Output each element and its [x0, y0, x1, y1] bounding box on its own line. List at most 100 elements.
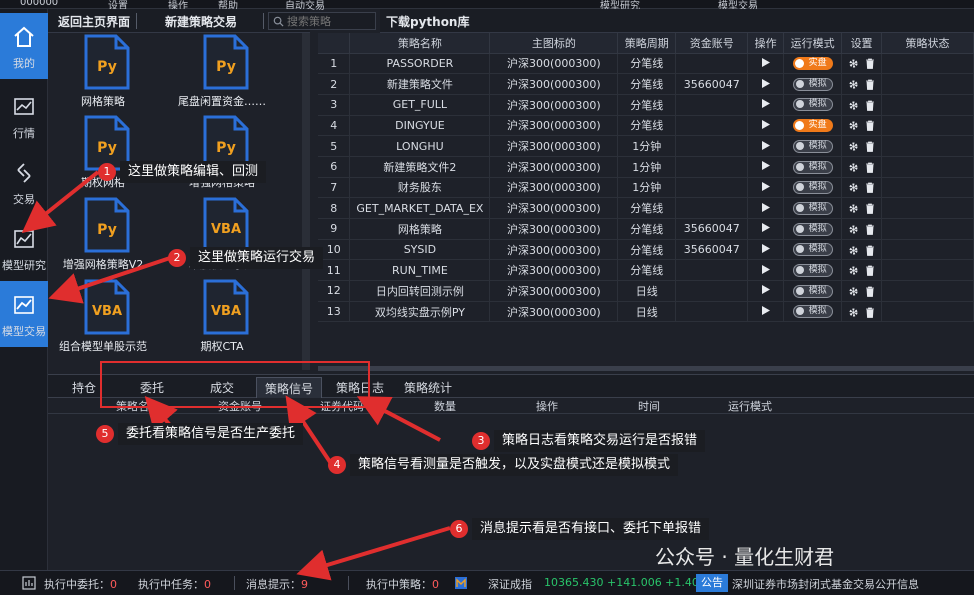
table-row[interactable]: 11 RUN_TIME 沪深300(000300) 分笔线 模拟 — [318, 259, 974, 282]
strategy-file-tile[interactable]: Py增强网格策略 — [167, 115, 277, 195]
strategy-file-tile[interactable]: Py 期权网格 — [48, 115, 158, 195]
strategy-file-tile[interactable]: VBA 组合模型单股示范 — [48, 279, 158, 359]
run-mode-toggle[interactable]: 模拟 — [792, 201, 833, 215]
gear-icon[interactable] — [848, 265, 859, 276]
grid-col-action[interactable]: 操作 — [536, 398, 558, 414]
row-strategy-name[interactable]: 新建策略文件 — [349, 73, 491, 95]
gear-icon[interactable] — [848, 286, 859, 297]
trash-icon[interactable] — [865, 203, 875, 215]
search-input[interactable] — [287, 14, 373, 28]
gear-icon[interactable] — [848, 162, 859, 173]
table-row[interactable]: 3 GET_FULL 沪深300(000300) 分笔线 模拟 — [318, 94, 974, 116]
row-strategy-name[interactable]: PASSORDER — [349, 53, 491, 75]
row-strategy-name[interactable]: DINGYUE — [349, 115, 491, 137]
run-button[interactable] — [747, 156, 785, 178]
download-python-lib-button[interactable]: 下载python库 — [386, 13, 469, 30]
table-horizontal-scrollbar[interactable] — [318, 366, 974, 371]
trash-icon[interactable] — [865, 162, 875, 173]
gear-icon[interactable] — [848, 58, 859, 69]
run-button[interactable] — [747, 197, 785, 219]
grid-col-quantity[interactable]: 数量 — [434, 398, 456, 414]
run-mode-toggle[interactable]: 实盘 — [792, 119, 833, 133]
tab-strategy-stats[interactable]: 策略统计 — [404, 379, 452, 396]
col-header-period[interactable]: 策略周期 — [617, 33, 677, 54]
new-strategy-button[interactable]: 新建策略交易 — [165, 13, 237, 30]
trash-icon[interactable] — [865, 224, 875, 235]
nav-item-mine[interactable]: 我的 — [0, 13, 48, 79]
nav-item-model-research[interactable]: 模型研究 — [0, 215, 48, 281]
row-strategy-name[interactable]: GET_FULL — [349, 94, 491, 116]
run-button[interactable] — [747, 259, 785, 282]
strategy-file-tile[interactable]: Py 网格策略 — [48, 34, 158, 114]
run-mode-toggle[interactable]: 模拟 — [792, 139, 833, 153]
col-header-mode[interactable]: 运行模式 — [783, 33, 843, 54]
back-home-button[interactable]: 返回主页界面 — [58, 13, 130, 30]
col-header-status[interactable]: 策略状态 — [881, 33, 974, 54]
index-name[interactable]: 深证成指 — [488, 576, 532, 592]
gear-icon[interactable] — [848, 120, 859, 131]
run-mode-toggle[interactable]: 实盘 — [792, 57, 833, 71]
strategy-file-tile[interactable]: Py 尾盘闲置资金…… — [167, 34, 277, 114]
layout-icon[interactable] — [22, 576, 36, 590]
row-strategy-name[interactable]: RUN_TIME — [349, 259, 491, 282]
run-button[interactable] — [747, 94, 785, 116]
nav-item-trade[interactable]: 交易 — [0, 149, 48, 215]
table-row[interactable]: 7 财务股东 沪深300(000300) 1分钟 模拟 — [318, 177, 974, 199]
notice-text[interactable]: 深圳证券市场封闭式基金交易公开信息 — [732, 576, 919, 592]
gear-icon[interactable] — [848, 224, 859, 235]
trash-icon[interactable] — [865, 79, 875, 90]
trash-icon[interactable] — [865, 120, 875, 132]
run-mode-toggle[interactable]: 模拟 — [792, 284, 833, 298]
gear-icon[interactable] — [848, 203, 859, 214]
model-icon[interactable] — [454, 576, 468, 590]
gear-icon[interactable] — [848, 141, 859, 152]
file-panel-scrollbar[interactable] — [302, 33, 310, 370]
run-mode-toggle[interactable]: 模拟 — [792, 243, 833, 257]
run-button[interactable] — [747, 239, 785, 261]
row-strategy-name[interactable]: 双均线实盘示例PY — [349, 301, 491, 323]
nav-item-market[interactable]: 行情 — [0, 83, 48, 149]
table-row[interactable]: 5 LONGHU 沪深300(000300) 1分钟 模拟 — [318, 135, 974, 157]
trash-icon[interactable] — [865, 286, 875, 297]
notice-badge[interactable]: 公告 — [696, 574, 728, 592]
col-header-name[interactable]: 策略名称 — [349, 33, 491, 54]
trash-icon[interactable] — [865, 245, 875, 256]
table-row[interactable]: 10 SYSID 沪深300(000300) 分笔线 35660047 模拟 — [318, 239, 974, 261]
trash-icon[interactable] — [865, 307, 875, 318]
gear-icon[interactable] — [848, 79, 859, 90]
exec-strategy-status[interactable]: 执行中策略：0 — [366, 576, 439, 592]
run-button[interactable] — [747, 53, 785, 75]
row-strategy-name[interactable]: 财务股东 — [349, 177, 491, 199]
exec-order-status[interactable]: 执行中委托：0 — [44, 576, 117, 592]
run-mode-toggle[interactable]: 模拟 — [792, 263, 833, 277]
run-mode-toggle[interactable]: 模拟 — [792, 181, 833, 195]
strategy-file-tile[interactable]: VBA 期权CTA — [167, 279, 277, 359]
run-button[interactable] — [747, 177, 785, 199]
run-mode-toggle[interactable]: 模拟 — [792, 305, 833, 319]
tab-positions[interactable]: 持仓 — [72, 379, 96, 396]
row-strategy-name[interactable]: GET_MARKET_DATA_EX — [349, 197, 491, 219]
run-button[interactable] — [747, 115, 785, 137]
exec-task-status[interactable]: 执行中任务：0 — [138, 576, 211, 592]
nav-item-model-trade[interactable]: 模型交易 — [0, 281, 48, 347]
table-row[interactable]: 1 PASSORDER 沪深300(000300) 分笔线 实盘 — [318, 53, 974, 75]
run-button[interactable] — [747, 73, 785, 95]
trash-icon[interactable] — [865, 58, 875, 70]
table-row[interactable]: 13 双均线实盘示例PY 沪深300(000300) 日线 模拟 — [318, 301, 974, 323]
trash-icon[interactable] — [865, 182, 875, 194]
run-mode-toggle[interactable]: 模拟 — [792, 160, 833, 174]
gear-icon[interactable] — [848, 182, 859, 193]
trash-icon[interactable] — [865, 265, 875, 277]
table-row[interactable]: 9 网格策略 沪深300(000300) 分笔线 35660047 模拟 — [318, 218, 974, 240]
gear-icon[interactable] — [848, 307, 859, 318]
col-header-target[interactable]: 主图标的 — [489, 33, 619, 54]
trash-icon[interactable] — [865, 100, 875, 111]
message-status[interactable]: 消息提示：9 — [246, 576, 308, 592]
table-row[interactable]: 12 日内回转回测示例 沪深300(000300) 日线 模拟 — [318, 280, 974, 302]
strategy-file-tile[interactable]: Py 增强网格策略V2 — [48, 197, 158, 277]
table-row[interactable]: 8 GET_MARKET_DATA_EX 沪深300(000300) 分笔线 模拟 — [318, 197, 974, 219]
run-mode-toggle[interactable]: 模拟 — [792, 222, 833, 236]
table-row[interactable]: 4 DINGYUE 沪深300(000300) 分笔线 实盘 — [318, 115, 974, 137]
gear-icon[interactable] — [848, 245, 859, 256]
row-strategy-name[interactable]: 网格策略 — [349, 218, 491, 240]
